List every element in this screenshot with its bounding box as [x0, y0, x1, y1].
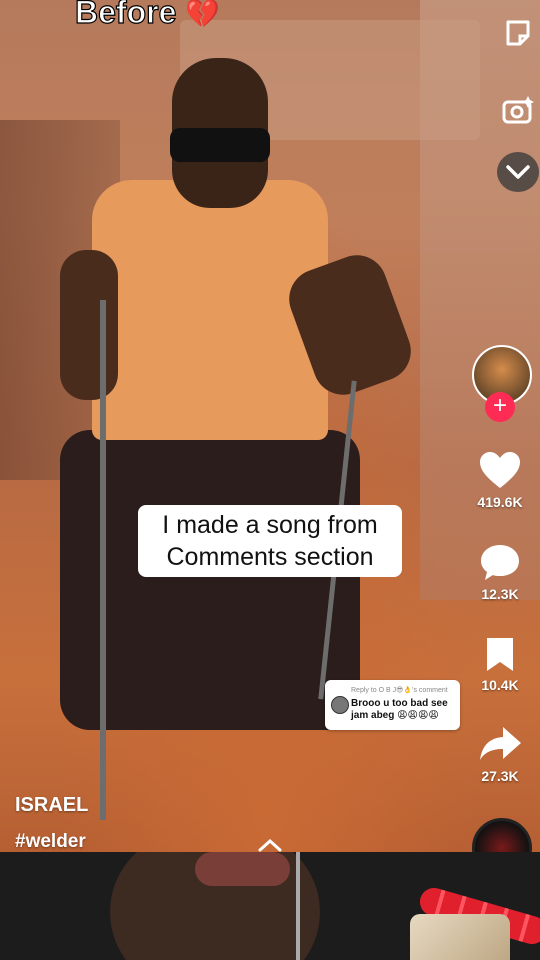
person-arm-left — [60, 250, 118, 400]
bookmark-button[interactable]: 10.4K — [470, 635, 530, 693]
before-label: Before 💔 — [74, 0, 221, 31]
comment-button[interactable]: 12.3K — [470, 542, 530, 602]
share-button[interactable]: 27.3K — [470, 724, 530, 784]
earphone-wire — [296, 852, 300, 960]
reply-comment-sticker[interactable]: Reply to O B J😎👌's comment Brooo u too b… — [325, 680, 460, 730]
comment-icon — [481, 545, 519, 580]
broken-heart-emoji: 💔 — [185, 0, 221, 30]
share-count: 27.3K — [481, 768, 519, 784]
action-rail: 419.6K 12.3K 10.4K 27.3K — [470, 0, 540, 852]
video-caption: I made a song from Comments section — [138, 505, 402, 577]
reply-avatar — [331, 696, 349, 714]
sunglasses — [170, 128, 270, 162]
reaction-lips — [195, 852, 290, 886]
author-username[interactable]: ISRAEL — [15, 794, 88, 817]
welding-cable — [100, 300, 106, 820]
like-button[interactable]: 419.6K — [470, 450, 530, 510]
reaction-video — [0, 852, 540, 960]
wrist-watch — [410, 914, 510, 960]
save-count: 10.4K — [481, 677, 519, 693]
hashtag-link[interactable]: #welder — [15, 831, 86, 852]
comment-count: 12.3K — [481, 586, 519, 602]
heart-icon — [480, 452, 520, 488]
bookmark-icon — [487, 638, 513, 671]
like-count: 419.6K — [477, 494, 523, 510]
reply-text: Brooo u too bad see jam abeg 😩😩😩😩 — [351, 698, 448, 721]
video-player[interactable]: Before 💔 I made a song from Comments sec… — [0, 0, 540, 852]
reply-label: Reply to O B J😎👌's comment — [351, 687, 448, 694]
share-icon — [480, 727, 521, 760]
